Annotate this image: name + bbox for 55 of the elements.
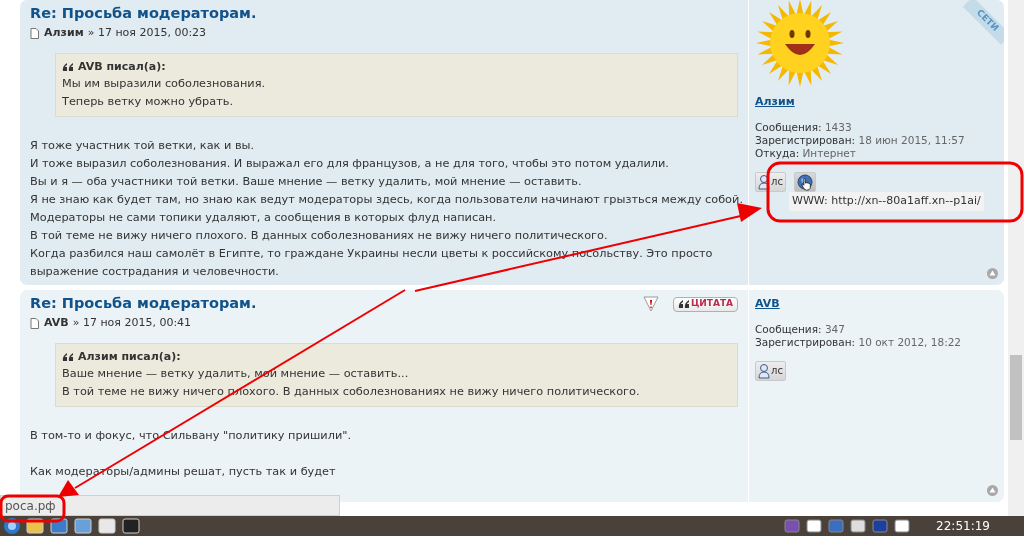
website-button[interactable]: [793, 171, 816, 192]
post-text: Модераторы не сами топики удаляют, а сообщения в которых флуд написан.: [30, 210, 498, 226]
clock: 22:51:19: [936, 518, 990, 535]
post-date: » 17 ноя 2015, 00:23: [87, 25, 207, 41]
post-text: В том-то и фокус, что Сильвану "политику пришили".: [30, 428, 353, 444]
document-icon: [30, 317, 40, 329]
field-label: Сообщения:: [755, 322, 822, 335]
document-icon: [30, 27, 40, 39]
person-icon: [758, 362, 770, 379]
highlight-annotation: [0, 494, 66, 523]
field-label: Зарегистрирован:: [755, 335, 856, 348]
quote-author: AVB писал(а):: [78, 59, 166, 75]
warning-icon[interactable]: [642, 296, 659, 312]
quote-author: Алзим писал(а):: [78, 349, 181, 365]
quote-marks-icon: [62, 62, 74, 72]
post-title-link[interactable]: Re: Просьба модераторам.: [30, 4, 257, 22]
field-value: 347: [824, 322, 845, 335]
post-text: выражение сострадания и человечности.: [30, 264, 280, 280]
field-value: Интернет: [802, 146, 856, 159]
scrollbar[interactable]: [1008, 0, 1024, 516]
tray-icon[interactable]: [894, 518, 911, 534]
tooltip: WWW: http://xn--80a1aff.xn--p1ai/: [789, 192, 984, 211]
private-message-button[interactable]: лс: [755, 360, 786, 381]
scrollbar-thumb[interactable]: [1010, 355, 1022, 440]
person-icon: [758, 173, 770, 190]
post-text: Вы и я — оба участники той ветки. Ваше мнение — ветку удалить, мой мнение — оставить.: [30, 174, 583, 190]
username-link[interactable]: Алзим: [755, 94, 998, 111]
quote-marks-icon: [62, 352, 74, 362]
post-text: Я тоже участник той ветки, как и вы.: [30, 138, 256, 154]
post-text: И тоже выразил соболезнования. И выражал его для французов, а не для того, чтобы это потом удалили.: [30, 156, 670, 172]
field-label: Откуда:: [755, 146, 800, 159]
tray-icon[interactable]: [806, 518, 823, 534]
quote-text: Теперь ветку можно убрать.: [62, 94, 234, 110]
hand-cursor-icon: [800, 177, 811, 191]
tray-icon[interactable]: [850, 518, 867, 534]
post-title-link[interactable]: Re: Просьба модераторам.: [30, 294, 257, 312]
post-text: В той теме не вижу ничего плохого. В данных соболезнованиях не вижу ничего политического.: [30, 228, 609, 244]
quote-button[interactable]: ЦИТАТА: [672, 296, 738, 312]
field-value: 18 июн 2015, 11:57: [858, 133, 965, 146]
app-icon[interactable]: [74, 518, 92, 534]
field-label: Сообщения:: [755, 120, 822, 133]
author-link[interactable]: Алзим: [44, 25, 84, 41]
quote-marks-icon: [677, 299, 690, 309]
app-icon[interactable]: [98, 518, 116, 534]
field-value: 10 окт 2012, 18:22: [858, 335, 962, 348]
author-link[interactable]: AVB: [44, 315, 69, 331]
status-url: роса.рф: [0, 495, 340, 516]
app-icon[interactable]: [122, 518, 140, 534]
field-value: 1433: [824, 120, 852, 133]
post-date: » 17 ноя 2015, 00:41: [72, 315, 192, 331]
username-link[interactable]: AVB: [755, 296, 998, 313]
post-text: Когда разбился наш самолёт в Египте, то граждане Украины несли цветы к российскому посольству. Это просто: [30, 246, 714, 262]
field-label: Зарегистрирован:: [755, 133, 856, 146]
quote-text: Мы им выразили соболезнования.: [62, 76, 267, 92]
start-button-icon[interactable]: [4, 518, 20, 534]
